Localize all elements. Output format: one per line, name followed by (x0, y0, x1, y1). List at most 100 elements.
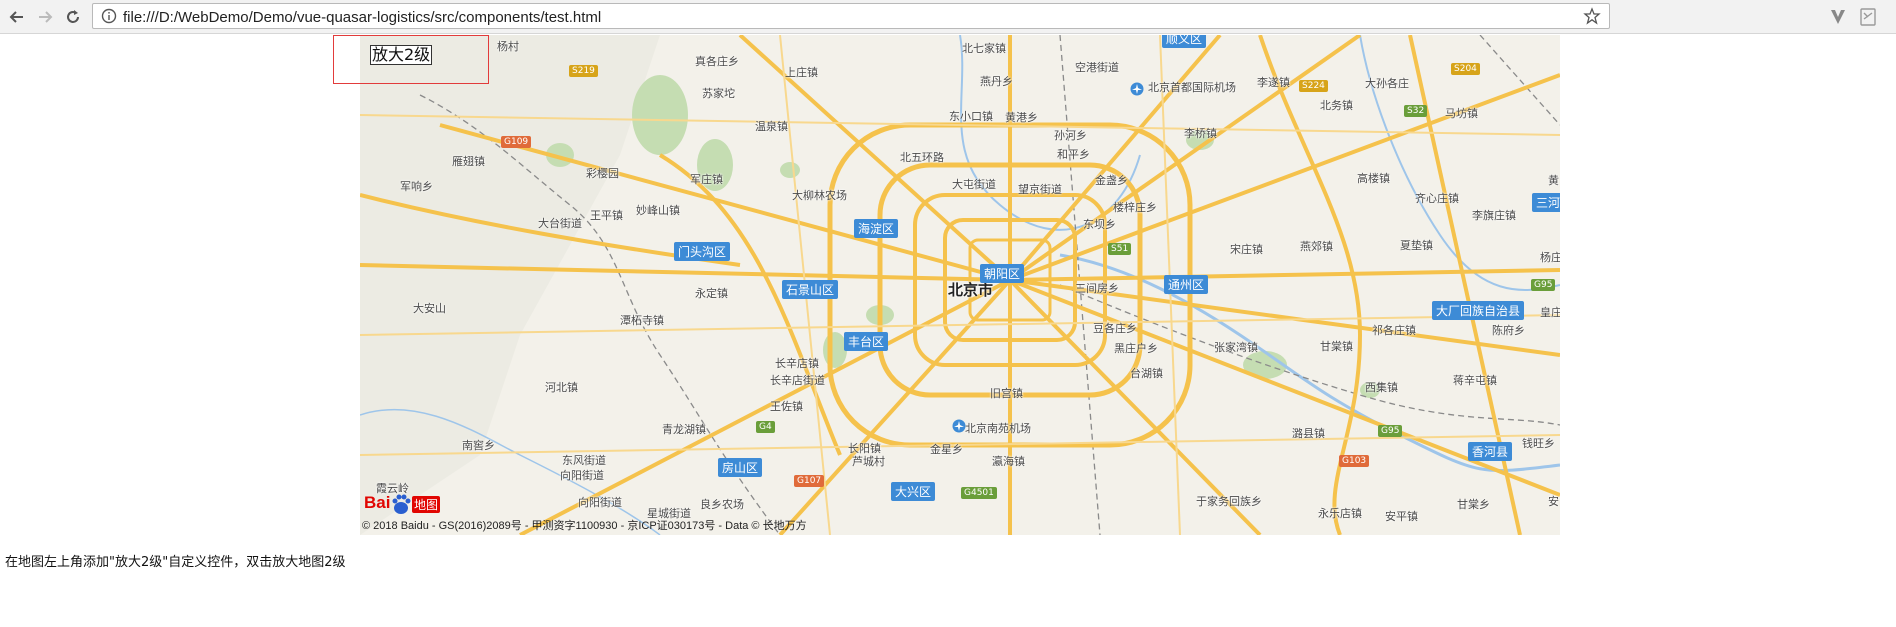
road-shield: S219 (569, 65, 598, 77)
map-label: 大孙各庄 (1365, 77, 1409, 90)
map-label: 旧宫镇 (990, 387, 1023, 400)
url-text: file:///D:/WebDemo/Demo/vue-quasar-logis… (123, 9, 602, 26)
road-shield: G4501 (961, 487, 997, 499)
map-label: 王平镇 (590, 209, 623, 222)
map-label: 河北镇 (545, 381, 578, 394)
map-label: 和平乡 (1057, 148, 1090, 161)
map-label: 望京街道 (1018, 183, 1062, 196)
map-label: 于家务回族乡 (1196, 495, 1262, 508)
district-badge[interactable]: 香河县 (1468, 442, 1513, 461)
road-shield: G107 (794, 475, 825, 487)
map-label: 南窖乡 (462, 439, 495, 452)
map-label: 王佐镇 (770, 400, 803, 413)
map-label: 李桥镇 (1184, 127, 1217, 140)
bookmark-star-icon[interactable] (1583, 7, 1601, 25)
forward-arrow-icon (39, 11, 53, 23)
map-label: 燕丹乡 (980, 75, 1013, 88)
map-label: 孙河乡 (1054, 129, 1087, 142)
map-label: 北务镇 (1320, 99, 1353, 112)
reload-button[interactable] (62, 6, 84, 28)
zoom-2-levels-button[interactable]: 放大2级 (370, 45, 433, 65)
map-label: 彩樱园 (586, 167, 619, 180)
extension-pdf-icon[interactable] (1858, 7, 1878, 27)
map-label: 东风街道 (562, 454, 606, 467)
district-badge[interactable]: 石景山区 (782, 280, 839, 299)
map-label: 杨庄 (1540, 251, 1560, 264)
map-label: 甘棠镇 (1320, 340, 1353, 353)
map-label: 潞县镇 (1292, 427, 1325, 440)
baidu-paw-icon (392, 494, 411, 514)
map-label: 长辛店镇 (775, 357, 819, 370)
map-label: 西集镇 (1365, 381, 1398, 394)
back-button[interactable] (6, 6, 28, 28)
road-shield: S51 (1108, 243, 1132, 255)
map-label: 东小口镇 (949, 110, 993, 123)
extension-v-icon[interactable] (1828, 7, 1848, 27)
info-icon[interactable] (101, 8, 117, 24)
district-badge[interactable]: 大厂回族自治县 (1432, 301, 1525, 320)
map-label: 雁翅镇 (452, 155, 485, 168)
map-label: 大屯街道 (952, 178, 996, 191)
map-label: 青龙湖镇 (662, 423, 706, 436)
map-label: 黄 (1548, 174, 1559, 187)
map-label: 三间房乡 (1075, 282, 1119, 295)
map-label: 张家湾镇 (1214, 341, 1258, 354)
map-label: 大台街道 (538, 217, 582, 230)
district-badge[interactable]: 大兴区 (891, 482, 936, 501)
reload-icon (67, 10, 79, 23)
map-label: 夏垫镇 (1400, 239, 1433, 252)
map-copyright: © 2018 Baidu - GS(2016)2089号 - 甲测资字11009… (362, 520, 807, 532)
road-shield: G4 (756, 421, 775, 433)
map-label: 皇庄 (1540, 306, 1560, 319)
map-label: 甘棠乡 (1457, 498, 1490, 511)
map-label: 上庄镇 (785, 66, 818, 79)
map-label: 钱旺乡 (1522, 437, 1555, 450)
baidu-map[interactable]: 杨村 真各庄乡 上庄镇 北七家镇 空港街道 李遂镇 大孙各庄 苏家坨 燕丹乡 北… (360, 35, 1560, 535)
road-shield: G103 (1339, 455, 1370, 467)
address-bar[interactable]: file:///D:/WebDemo/Demo/vue-quasar-logis… (92, 3, 1610, 29)
map-label: 金盏乡 (1095, 174, 1128, 187)
district-badge[interactable]: 通州区 (1164, 275, 1209, 294)
map-label: 马坊镇 (1445, 107, 1478, 120)
map-label: 李旗庄镇 (1472, 209, 1516, 222)
district-badge[interactable]: 顺义区 (1162, 35, 1207, 48)
map-label: 高楼镇 (1357, 172, 1390, 185)
map-label: 潭柘寺镇 (620, 314, 664, 327)
district-badge[interactable]: 丰台区 (844, 332, 889, 351)
map-label: 李遂镇 (1257, 76, 1290, 89)
district-badge[interactable]: 门头沟区 (674, 242, 731, 261)
map-label: 永定镇 (695, 287, 728, 300)
district-badge[interactable]: 海淀区 (854, 219, 899, 238)
district-badge[interactable]: 朝阳区 (980, 264, 1025, 283)
road-shield: G109 (501, 136, 532, 148)
map-label: 安平镇 (1385, 510, 1418, 523)
map-label: 黄港乡 (1005, 111, 1038, 124)
district-badge[interactable]: 房山区 (718, 458, 763, 477)
map-label: 祁各庄镇 (1372, 324, 1416, 337)
map-label: 黑庄户乡 (1114, 342, 1158, 355)
map-label: 安 (1548, 495, 1559, 508)
baidu-map-logo[interactable]: Bai 地图 (364, 493, 440, 515)
map-label: 楼梓庄乡 (1113, 201, 1157, 214)
map-label: 向阳街道 (560, 469, 604, 482)
map-label: 杨村 (497, 40, 519, 53)
forward-button[interactable] (34, 6, 56, 28)
map-label: 陈府乡 (1492, 324, 1525, 337)
road-shield: S224 (1299, 80, 1328, 92)
map-label: 北五环路 (900, 151, 944, 164)
map-label: 北京南苑机场 (965, 422, 1031, 435)
map-label: 军响乡 (400, 180, 433, 193)
page-description: 在地图左上角添加"放大2级"自定义控件，双击放大地图2级 (5, 555, 346, 570)
map-label: 大安山 (413, 302, 446, 315)
district-badge[interactable]: 三河 (1532, 193, 1560, 212)
map-label: 长辛店街道 (770, 374, 825, 387)
map-label: 芦城村 (852, 455, 885, 468)
airport-icon (1130, 82, 1144, 96)
map-label: 苏家坨 (702, 87, 735, 100)
road-shield: S32 (1404, 105, 1428, 117)
road-shield: G95 (1531, 279, 1556, 291)
map-label: 北七家镇 (962, 42, 1006, 55)
map-label: 瀛海镇 (992, 455, 1025, 468)
map-label: 齐心庄镇 (1415, 192, 1459, 205)
road-shield: S204 (1451, 63, 1480, 75)
